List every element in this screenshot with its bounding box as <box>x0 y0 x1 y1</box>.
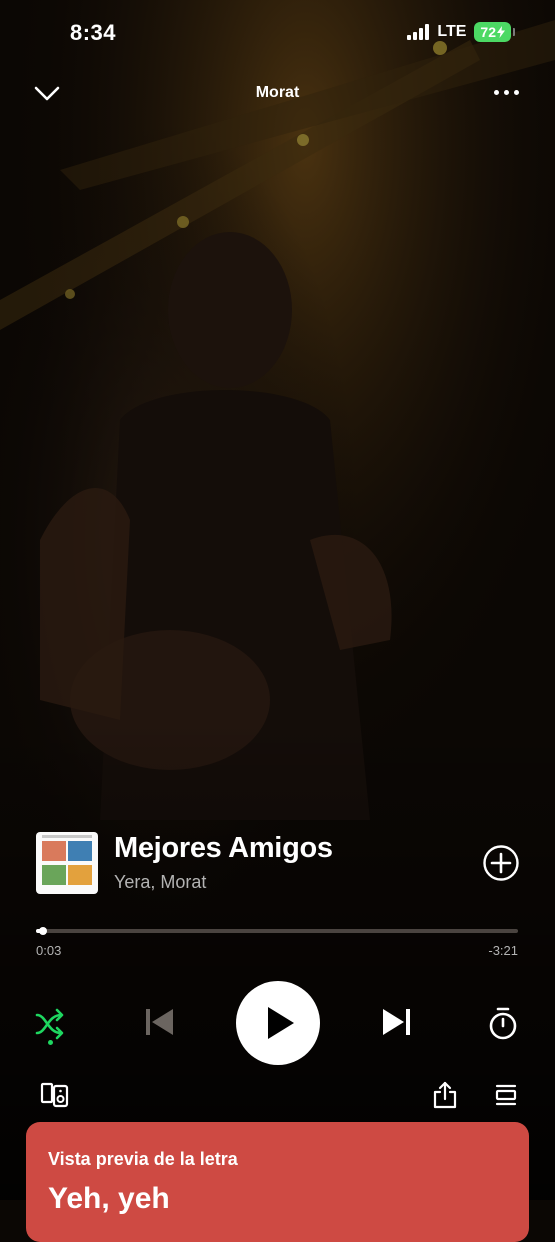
elapsed-time: 0:03 <box>36 943 62 958</box>
progress-handle[interactable] <box>39 927 48 935</box>
skip-forward-icon[interactable] <box>378 1004 414 1040</box>
plus-circle-icon[interactable] <box>482 844 520 882</box>
share-icon[interactable] <box>432 1080 458 1110</box>
album-cover[interactable] <box>36 832 98 894</box>
network-type: LTE <box>437 23 467 40</box>
status-indicators: LTE 72 <box>407 22 515 42</box>
shuffle-icon[interactable] <box>34 1006 70 1042</box>
play-button[interactable] <box>236 981 320 1065</box>
track-artist[interactable]: Yera, Morat <box>114 872 206 893</box>
battery-indicator: 72 <box>474 22 515 42</box>
lyrics-preview-label: Vista previa de la letra <box>48 1149 238 1169</box>
context-title: Morat <box>255 84 300 101</box>
signal-icon <box>407 24 430 40</box>
lyrics-first-line: Yeh, yeh <box>48 1182 170 1215</box>
queue-icon[interactable] <box>494 1082 518 1108</box>
progress-track <box>36 929 518 933</box>
progress-bar[interactable] <box>36 926 518 936</box>
charging-bolt-icon <box>497 26 505 38</box>
shuffle-active-indicator <box>48 1040 53 1045</box>
skip-back-icon[interactable] <box>142 1004 178 1040</box>
status-time: 8:34 <box>70 20 117 45</box>
more-options-icon[interactable] <box>491 80 521 104</box>
track-title[interactable]: Mejores Amigos <box>114 832 333 865</box>
lyrics-preview-card[interactable]: Vista previa de la letra Yeh, yeh <box>26 1122 529 1242</box>
player-header: Morat <box>0 72 555 112</box>
track-info: Mejores Amigos Yera, Morat <box>36 832 520 894</box>
timer-icon[interactable] <box>486 1006 520 1042</box>
connect-device-icon[interactable] <box>40 1080 70 1110</box>
remaining-time: -3:21 <box>488 943 518 958</box>
battery-level: 72 <box>480 24 496 40</box>
play-icon <box>268 1007 294 1039</box>
